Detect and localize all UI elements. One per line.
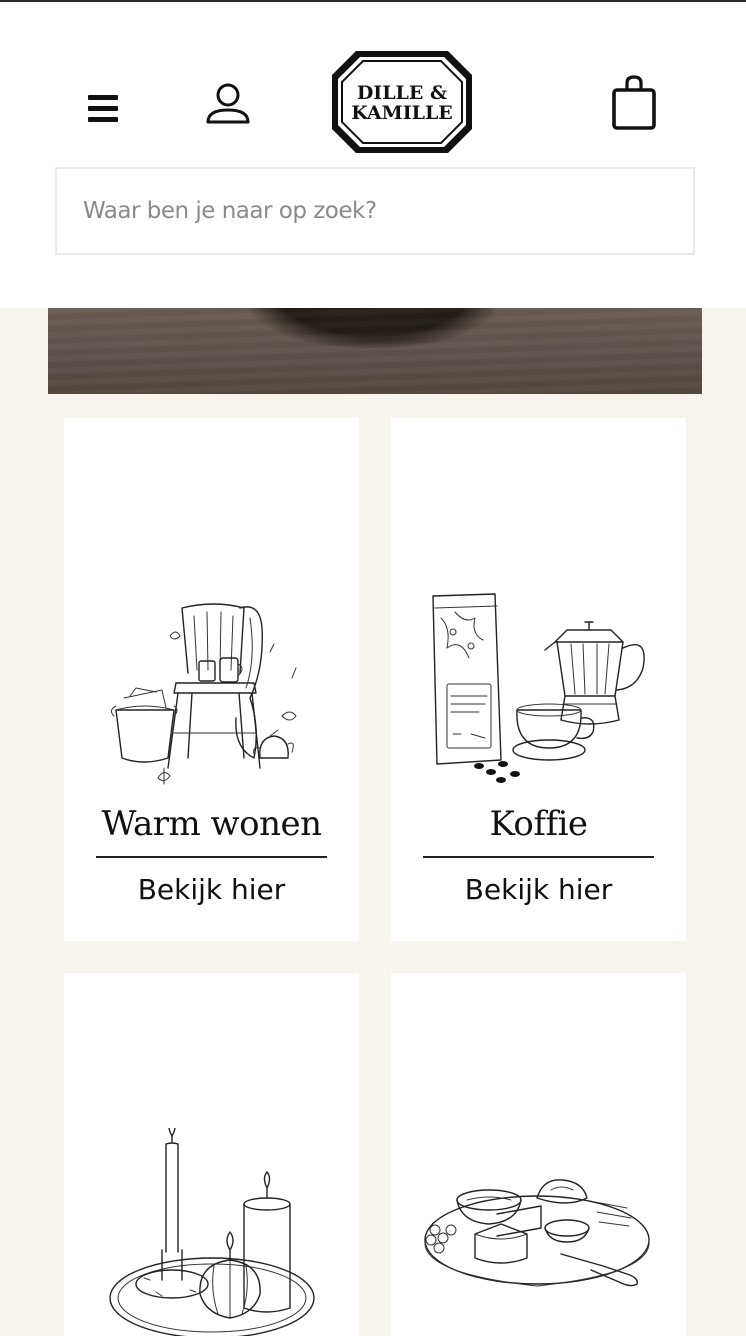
user-icon[interactable] bbox=[204, 82, 252, 126]
category-card-candles[interactable] bbox=[64, 973, 359, 1336]
category-card-warm-wonen[interactable]: Warm wonen Bekijk hier bbox=[64, 418, 359, 941]
view-category-link[interactable]: Bekijk hier bbox=[391, 873, 686, 906]
chair-illustration bbox=[110, 603, 297, 785]
category-title: Warm wonen bbox=[101, 804, 322, 844]
category-title: Koffie bbox=[489, 804, 588, 844]
cheese-board-illustration bbox=[424, 1179, 650, 1287]
divider bbox=[423, 856, 654, 858]
svg-text:DILLE &: DILLE & bbox=[357, 82, 447, 104]
hero-image[interactable] bbox=[48, 308, 702, 394]
category-card-cheese-board[interactable] bbox=[391, 973, 686, 1336]
dille-kamille-logo[interactable]: DILLE & KAMILLE bbox=[330, 49, 474, 155]
divider bbox=[96, 856, 327, 858]
coffee-illustration bbox=[432, 593, 645, 783]
svg-text:KAMILLE: KAMILLE bbox=[351, 102, 453, 124]
search-box bbox=[55, 167, 695, 255]
shopping-bag-icon[interactable] bbox=[610, 74, 658, 132]
search-input[interactable] bbox=[57, 169, 693, 253]
candles-illustration bbox=[109, 1128, 315, 1336]
hamburger-menu-icon[interactable] bbox=[88, 95, 122, 123]
view-category-link[interactable]: Bekijk hier bbox=[64, 873, 359, 906]
category-card-koffie[interactable]: Koffie Bekijk hier bbox=[391, 418, 686, 941]
site-header: DILLE & KAMILLE bbox=[0, 2, 746, 308]
